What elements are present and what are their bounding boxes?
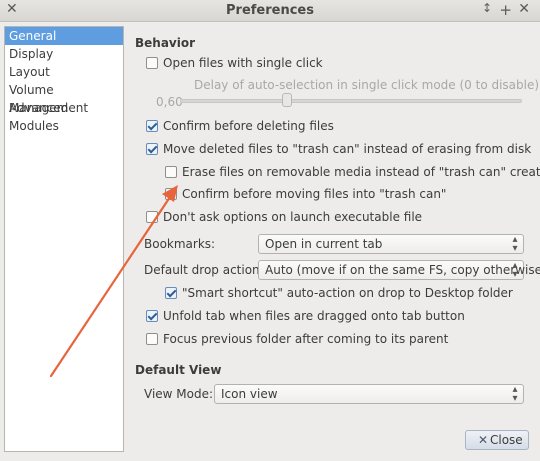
bookmarks-label: Bookmarks: (144, 237, 216, 251)
move-trash-checkbox[interactable] (146, 143, 158, 155)
focus-previous-checkbox[interactable] (146, 333, 158, 345)
drop-action-value: Auto (move if on the same FS, copy other… (265, 263, 540, 277)
bookmarks-value: Open in current tab (265, 237, 383, 251)
behavior-heading: Behavior (135, 36, 196, 50)
updown-chevron-icon: ▴ ▾ (512, 260, 518, 280)
default-view-heading: Default View (135, 363, 222, 377)
confirm-delete-checkbox[interactable] (146, 120, 158, 132)
updown-chevron-icon: ▴ ▾ (512, 384, 518, 404)
sidebar-item-display[interactable]: Display (5, 45, 123, 63)
window-title: Preferences (226, 3, 314, 18)
smart-shortcut-label: "Smart shortcut" auto-action on drop to … (182, 286, 513, 300)
sidebar-item-volume-management[interactable]: Volume Management (5, 81, 123, 115)
dont-ask-exec-checkbox[interactable] (146, 211, 158, 223)
sidebar-item-general[interactable]: General (5, 27, 123, 45)
dont-ask-exec-label: Don't ask options on launch executable f… (163, 210, 423, 224)
sidebar-item-advanced[interactable]: Advanced (5, 99, 123, 117)
focus-previous-label: Focus previous folder after coming to it… (163, 332, 449, 346)
confirm-trash-checkbox[interactable] (165, 188, 177, 200)
close-button-label: Close (490, 433, 523, 447)
delay-label: Delay of auto-selection in single click … (194, 78, 540, 92)
window-restore-icon[interactable]: ↕ (482, 1, 492, 15)
title-bar: ✕ Preferences ↕ + ✕ (0, 0, 540, 22)
erase-removable-label: Erase files on removable media instead o… (182, 165, 540, 179)
updown-chevron-icon: ▴ ▾ (512, 234, 518, 254)
unfold-tab-checkbox[interactable] (146, 310, 158, 322)
close-button[interactable]: ✕ Close (465, 430, 529, 450)
move-trash-label: Move deleted files to "trash can" instea… (163, 142, 532, 156)
sidebar-item-modules[interactable]: Modules (5, 117, 123, 135)
single-click-checkbox[interactable] (146, 57, 158, 69)
erase-removable-checkbox[interactable] (165, 166, 177, 178)
delay-slider-handle[interactable] (282, 93, 292, 107)
view-mode-select[interactable]: Icon view ▴ ▾ (214, 384, 524, 404)
confirm-delete-label: Confirm before deleting files (163, 119, 334, 133)
sidebar-item-layout[interactable]: Layout (5, 63, 123, 81)
delay-slider-track[interactable] (180, 99, 522, 103)
bookmarks-select[interactable]: Open in current tab ▴ ▾ (258, 234, 524, 254)
category-list: General Display Layout Volume Management… (4, 26, 124, 452)
confirm-trash-label: Confirm before moving files into "trash … (182, 187, 447, 201)
window-close-icon-right[interactable]: ✕ (518, 1, 530, 17)
view-mode-label: View Mode: (144, 387, 214, 401)
delay-value: 0,60 (156, 95, 183, 109)
view-mode-value: Icon view (221, 387, 278, 401)
close-icon: ✕ (478, 433, 489, 447)
unfold-tab-label: Unfold tab when files are dragged onto t… (163, 309, 465, 323)
window-maximize-icon[interactable]: + (499, 1, 512, 19)
smart-shortcut-checkbox[interactable] (165, 287, 177, 299)
drop-action-label: Default drop action: (144, 263, 264, 277)
single-click-label: Open files with single click (163, 56, 323, 70)
drop-action-select[interactable]: Auto (move if on the same FS, copy other… (258, 260, 540, 280)
